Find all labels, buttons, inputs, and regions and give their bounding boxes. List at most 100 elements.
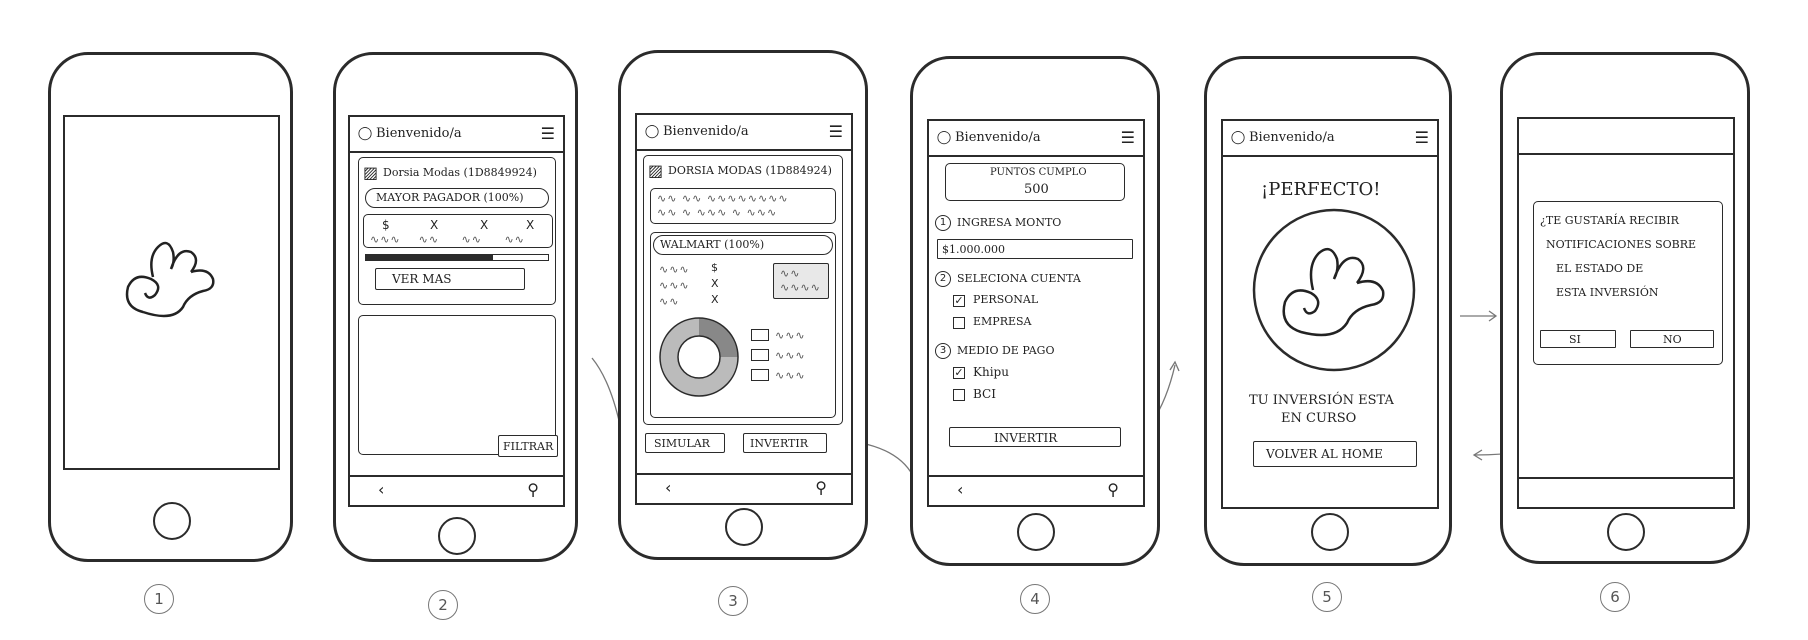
- points-label: PUNTOS CUMPLO: [990, 167, 1087, 178]
- payment-khipu-checkbox[interactable]: ✓: [953, 367, 965, 379]
- yes-label: SI: [1569, 333, 1581, 346]
- back-icon[interactable]: ‹: [957, 480, 963, 499]
- phone-6: ¿TE GUSTARÍA RECIBIR NOTIFICACIONES SOBR…: [1500, 52, 1750, 564]
- success-headline: ¡PERFECTO!: [1261, 179, 1381, 200]
- stat-label: ∿∿∿: [659, 263, 690, 276]
- user-icon[interactable]: ◯: [935, 129, 953, 147]
- no-button[interactable]: NO: [1630, 330, 1714, 348]
- search-icon[interactable]: ⚲: [1107, 480, 1119, 499]
- image-icon: ▨: [363, 163, 379, 182]
- splash-screen: [63, 115, 280, 470]
- progress-bar: [365, 254, 549, 261]
- step-label: MEDIO DE PAGO: [957, 344, 1055, 357]
- phone-1: [48, 52, 293, 562]
- points-box: PUNTOS CUMPLO 500: [945, 163, 1125, 201]
- hamburger-menu-icon[interactable]: ☰: [541, 124, 555, 143]
- subcompany-badge: WALMART (100%): [653, 235, 833, 255]
- description-text: ∿∿ ∿ ∿∿∿ ∿ ∿∿∿: [657, 206, 778, 219]
- invest-button[interactable]: INVERTIR: [743, 433, 827, 453]
- home-button[interactable]: [153, 502, 191, 540]
- step-label: SELECIONA CUENTA: [957, 272, 1081, 285]
- stat-label: ∿∿∿: [659, 279, 690, 292]
- stat-label: ∿∿: [659, 295, 680, 308]
- account-empresa-checkbox[interactable]: [953, 317, 965, 329]
- highlight-text: ∿∿∿∿: [780, 281, 821, 294]
- notification-prompt-screen: ¿TE GUSTARÍA RECIBIR NOTIFICACIONES SOBR…: [1517, 117, 1735, 509]
- account-empresa-label: EMPRESA: [973, 315, 1032, 328]
- step-number: 1: [935, 215, 951, 231]
- home-button[interactable]: [1311, 513, 1349, 551]
- user-icon[interactable]: ◯: [643, 123, 661, 141]
- image-icon: ▨: [648, 161, 664, 180]
- amount-input[interactable]: $1.000.000: [937, 239, 1133, 259]
- phone-4: ◯ Bienvenido/a ☰ PUNTOS CUMPLO 500 1 ING…: [910, 56, 1160, 566]
- home-button[interactable]: [1607, 513, 1645, 551]
- company-card[interactable]: ▨ Dorsia Modas (1D8849924) MAYOR PAGADOR…: [358, 157, 556, 305]
- step-number: 2: [935, 271, 951, 287]
- invest-button[interactable]: INVERTIR: [949, 427, 1121, 447]
- legend-label: ∿∿∿: [775, 349, 806, 362]
- search-icon[interactable]: ⚲: [815, 478, 827, 497]
- stat-value: X: [711, 277, 719, 290]
- hamburger-menu-icon[interactable]: ☰: [1121, 128, 1135, 147]
- screen-number: 2: [428, 590, 458, 620]
- payer-badge: MAYOR PAGADOR (100%): [365, 188, 549, 208]
- description-box: ∿∿ ∿∿ ∿∿∿∿∿∿∿∿ ∿∿ ∿ ∿∿∿ ∿ ∿∿∿: [650, 188, 836, 224]
- metrics-row: $ X X X ∿∿∿ ∿∿ ∿∿ ∿∿: [363, 214, 553, 248]
- step-number: 3: [935, 343, 951, 359]
- yes-button[interactable]: SI: [1540, 330, 1616, 348]
- header-title: Bienvenido/a: [1249, 130, 1335, 145]
- company-name: DORSIA MODAS (1D884924): [668, 164, 832, 177]
- company-name: Dorsia Modas (1D8849924): [383, 166, 537, 179]
- stat-value: $: [711, 261, 718, 274]
- screen-number: 5: [1312, 582, 1342, 612]
- donut-chart: [659, 317, 739, 397]
- filter-label: FILTRAR: [503, 440, 554, 453]
- amount-value: $1.000.000: [942, 243, 1005, 256]
- back-icon[interactable]: ‹: [378, 480, 384, 499]
- hamburger-menu-icon[interactable]: ☰: [1415, 128, 1429, 147]
- filter-button[interactable]: FILTRAR: [498, 435, 558, 457]
- subcompany-label: WALMART (100%): [660, 238, 765, 251]
- back-home-button[interactable]: VOLVER AL HOME: [1253, 441, 1417, 467]
- success-logo-icon: [1252, 208, 1416, 372]
- metric-4-value: X: [526, 218, 535, 232]
- simulate-button[interactable]: SIMULAR: [645, 433, 725, 453]
- phone-5: ◯ Bienvenido/a ☰ ¡PERFECTO! TU INVERSIÓN…: [1204, 56, 1452, 566]
- header-title: Bienvenido/a: [955, 130, 1041, 145]
- simulate-label: SIMULAR: [654, 437, 710, 450]
- progress-bar-fill: [366, 255, 494, 260]
- payment-bci-checkbox[interactable]: [953, 389, 965, 401]
- detail-card: ▨ DORSIA MODAS (1D884924) ∿∿ ∿∿ ∿∿∿∿∿∿∿∿…: [643, 155, 843, 425]
- home-button[interactable]: [725, 508, 763, 546]
- subcompany-panel: WALMART (100%) ∿∿∿ $ ∿∿∿ X ∿∿ X ∿∿ ∿∿∿∿: [650, 232, 836, 418]
- payer-badge-label: MAYOR PAGADOR (100%): [376, 191, 524, 204]
- hamburger-menu-icon[interactable]: ☰: [829, 122, 843, 141]
- phone-3: ◯ Bienvenido/a ☰ ▨ DORSIA MODAS (1D88492…: [618, 50, 868, 560]
- dialog-line-4: ESTA INVERSIÓN: [1556, 286, 1659, 299]
- screen-number: 6: [1600, 582, 1630, 612]
- ver-mas-label: VER MAS: [392, 272, 452, 286]
- investment-form-screen: ◯ Bienvenido/a ☰ PUNTOS CUMPLO 500 1 ING…: [927, 119, 1145, 507]
- description-text: ∿∿ ∿∿ ∿∿∿∿∿∿∿∿: [657, 192, 789, 205]
- back-icon[interactable]: ‹: [665, 478, 671, 497]
- ver-mas-button[interactable]: VER MAS: [375, 268, 525, 290]
- phone-2: ◯ Bienvenido/a ☰ ▨ Dorsia Modas (1D88499…: [333, 52, 578, 562]
- stat-value: X: [711, 293, 719, 306]
- highlight-text: ∿∿: [780, 267, 801, 280]
- user-icon[interactable]: ◯: [1229, 129, 1247, 147]
- confirmation-screen: ◯ Bienvenido/a ☰ ¡PERFECTO! TU INVERSIÓN…: [1221, 119, 1439, 509]
- notification-dialog: ¿TE GUSTARÍA RECIBIR NOTIFICACIONES SOBR…: [1533, 201, 1723, 365]
- legend-swatch: [751, 329, 769, 341]
- user-icon[interactable]: ◯: [356, 125, 374, 143]
- account-personal-checkbox[interactable]: ✓: [953, 295, 965, 307]
- dialog-line-2: NOTIFICACIONES SOBRE: [1546, 238, 1697, 251]
- screen-number: 3: [718, 586, 748, 616]
- search-icon[interactable]: ⚲: [527, 480, 539, 499]
- home-button[interactable]: [438, 517, 476, 555]
- app-header: ◯ Bienvenido/a ☰: [350, 117, 563, 153]
- account-personal-label: PERSONAL: [973, 293, 1039, 306]
- metric-1-value: $: [382, 218, 390, 232]
- back-home-label: VOLVER AL HOME: [1266, 447, 1383, 461]
- home-button[interactable]: [1017, 513, 1055, 551]
